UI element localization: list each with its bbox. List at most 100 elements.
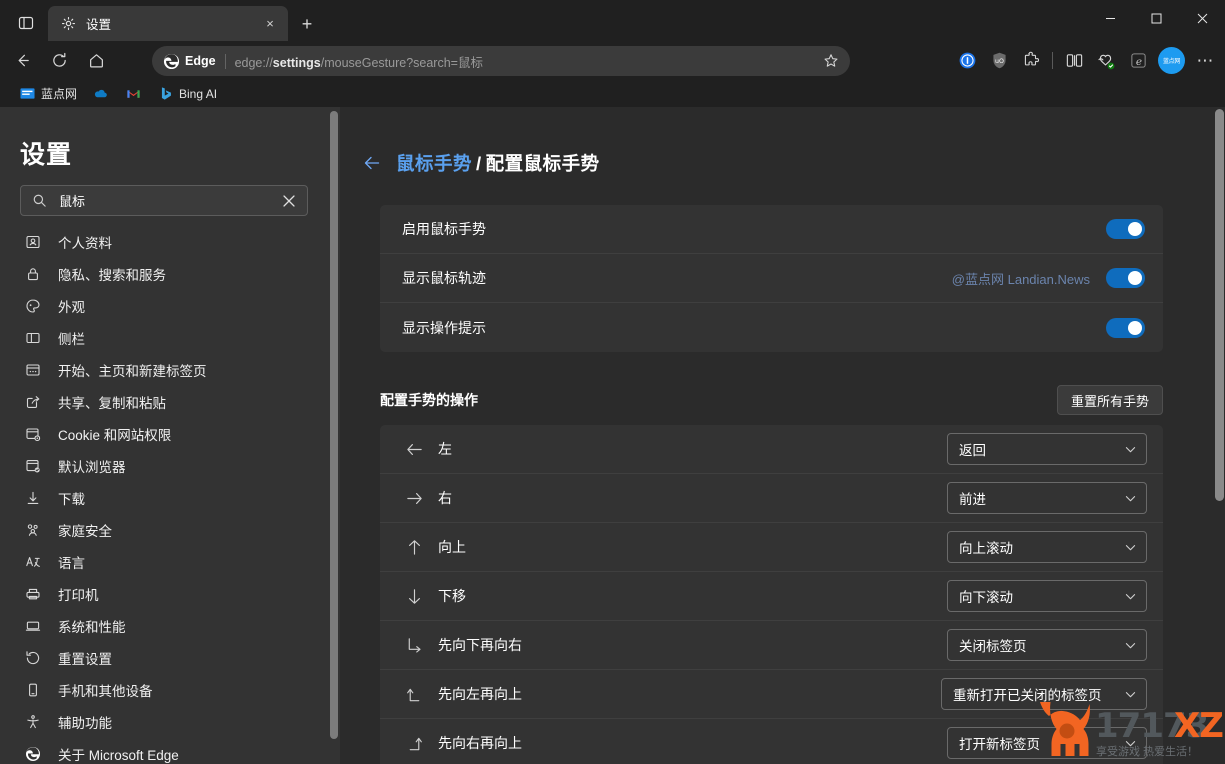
sidebar-item-languages[interactable]: 语言: [0, 546, 340, 578]
arrow-right-icon: [402, 489, 426, 508]
gesture-action-select[interactable]: 前进: [947, 482, 1147, 514]
toggle-knob: [1128, 271, 1142, 285]
search-input[interactable]: [59, 193, 279, 208]
gesture-label: 先向左再向上: [438, 686, 522, 702]
sidebar-item-label: 关于 Microsoft Edge: [58, 748, 179, 763]
settings-search-box[interactable]: [20, 185, 308, 216]
internet-explorer-icon[interactable]: e: [1122, 45, 1154, 76]
address-bar-url: edge://settings/mouseGesture?search=鼠标: [235, 52, 818, 71]
gesture-action-value: 打开新标签页: [959, 737, 1040, 752]
main-scrollbar[interactable]: [1215, 109, 1224, 762]
bookmark-bing-ai[interactable]: Bing AI: [150, 83, 224, 105]
profile-icon: [22, 234, 44, 250]
extensions-puzzle-icon[interactable]: [1015, 45, 1047, 76]
toggle-label: 显示鼠标轨迹: [402, 270, 486, 286]
settings-page: 设置 个人资料 隐私、搜索和服务: [0, 107, 1225, 764]
gesture-label: 向上: [438, 539, 466, 555]
sidebar-item-reset-settings[interactable]: 重置设置: [0, 642, 340, 674]
minimize-button[interactable]: [1087, 0, 1133, 36]
clear-search-icon[interactable]: [279, 191, 299, 211]
gesture-row: 左 返回: [380, 425, 1163, 474]
arrow-down-icon: [402, 587, 426, 606]
sidebar-item-family-safety[interactable]: 家庭安全: [0, 514, 340, 546]
accessibility-icon: [22, 714, 44, 730]
window-controls: [1087, 0, 1225, 36]
gesture-label: 先向右再向上: [438, 735, 522, 751]
arrow-left-icon: [402, 440, 426, 459]
sidebar-item-accessibility[interactable]: 辅助功能: [0, 706, 340, 738]
palette-icon: [22, 298, 44, 314]
breadcrumb-parent-link[interactable]: 鼠标手势: [396, 153, 472, 174]
sidebar-item-cookies[interactable]: Cookie 和网站权限: [0, 418, 340, 450]
close-icon: [1197, 13, 1207, 23]
gesture-label: 左: [438, 441, 452, 457]
maximize-button[interactable]: [1133, 0, 1179, 36]
sidebar-item-label: 打印机: [58, 588, 99, 603]
section-title: 配置手势的操作: [380, 392, 478, 408]
sidebar-item-profile[interactable]: 个人资料: [0, 226, 340, 258]
favorite-star-icon[interactable]: [818, 48, 844, 74]
gesture-action-select[interactable]: 关闭标签页: [947, 629, 1147, 661]
new-tab-button[interactable]: +: [294, 11, 320, 37]
sidebar-item-sidebar[interactable]: 侧栏: [0, 322, 340, 354]
omnibox-divider: [224, 53, 226, 69]
ublock-shield-icon[interactable]: uO: [983, 45, 1015, 76]
settings-sidebar: 设置 个人资料 隐私、搜索和服务: [0, 107, 340, 764]
onedrive-cloud-icon: [93, 86, 109, 102]
chevron-down-icon: [1122, 492, 1138, 505]
gesture-row: 右 前进: [380, 474, 1163, 523]
main-scrollbar-thumb[interactable]: [1215, 109, 1224, 501]
gesture-action-select[interactable]: 向上滚动: [947, 531, 1147, 563]
chevron-down-icon: [1122, 688, 1138, 701]
toggle-row: 显示操作提示: [380, 303, 1163, 352]
bookmark-gmail[interactable]: [118, 83, 148, 105]
close-window-button[interactable]: [1179, 0, 1225, 36]
more-options-button[interactable]: ⋯: [1189, 45, 1221, 76]
reset-all-gestures-button[interactable]: 重置所有手势: [1056, 385, 1163, 415]
gesture-label: 右: [438, 490, 452, 506]
sidebar-item-system-performance[interactable]: 系统和性能: [0, 610, 340, 642]
sidebar-item-printers[interactable]: 打印机: [0, 578, 340, 610]
watermark-note: @蓝点网 Landian.News: [951, 271, 1090, 287]
reload-icon: [52, 52, 66, 67]
sidebar-item-share-copy-paste[interactable]: 共享、复制和粘贴: [0, 386, 340, 418]
sidebar-item-label: 重置设置: [58, 652, 112, 667]
sidebar-item-label: 手机和其他设备: [58, 684, 153, 699]
sidebar-item-appearance[interactable]: 外观: [0, 290, 340, 322]
tab-search-button[interactable]: [8, 6, 44, 40]
show-trail-toggle[interactable]: [1106, 268, 1145, 288]
home-button[interactable]: [81, 46, 111, 76]
reload-button[interactable]: [44, 46, 74, 76]
onepassword-icon[interactable]: [951, 45, 983, 76]
url-scheme: edge://: [234, 55, 273, 70]
gesture-action-select[interactable]: 向下滚动: [947, 580, 1147, 612]
breadcrumb-back-icon[interactable]: [358, 149, 386, 177]
enable-gestures-toggle[interactable]: [1106, 219, 1145, 239]
bookmark-onedrive[interactable]: [86, 83, 116, 105]
sidebar-item-label: 默认浏览器: [58, 460, 126, 475]
avatar[interactable]: 蓝点网: [1158, 47, 1185, 74]
split-screen-icon[interactable]: [1058, 45, 1090, 76]
arrow-down-right-icon: [402, 636, 426, 655]
sidebar-scrollbar[interactable]: [330, 111, 338, 741]
sidebar-item-phone-devices[interactable]: 手机和其他设备: [0, 674, 340, 706]
back-button[interactable]: [7, 46, 37, 76]
show-hints-toggle[interactable]: [1106, 317, 1145, 338]
address-bar[interactable]: Edge edge://settings/mouseGesture?search…: [152, 46, 850, 76]
sidebar-item-default-browser[interactable]: 默认浏览器: [0, 450, 340, 482]
gesture-action-select[interactable]: 返回: [947, 433, 1147, 465]
collections-heart-icon[interactable]: [1090, 45, 1122, 76]
sidebar-item-about-edge[interactable]: 关于 Microsoft Edge: [0, 738, 340, 764]
gesture-row: 先向下再向右 关闭标签页: [380, 621, 1163, 670]
gesture-action-select[interactable]: 重新打开已关闭的标签页: [941, 678, 1147, 710]
sidebar-item-start-home-newtab[interactable]: 开始、主页和新建标签页: [0, 354, 340, 386]
gesture-action-select[interactable]: 打开新标签页: [947, 727, 1147, 759]
sidebar-item-privacy[interactable]: 隐私、搜索和服务: [0, 258, 340, 290]
bookmark-landian[interactable]: 蓝点网: [12, 83, 84, 105]
browser-tab[interactable]: 设置 ×: [48, 6, 288, 41]
sidebar-item-downloads[interactable]: 下载: [0, 482, 340, 514]
sidebar-item-label: 共享、复制和粘贴: [58, 396, 166, 411]
sidebar-scrollbar-thumb[interactable]: [330, 111, 338, 739]
sidebar-icon: [22, 330, 44, 346]
tab-close-button[interactable]: ×: [260, 14, 280, 34]
